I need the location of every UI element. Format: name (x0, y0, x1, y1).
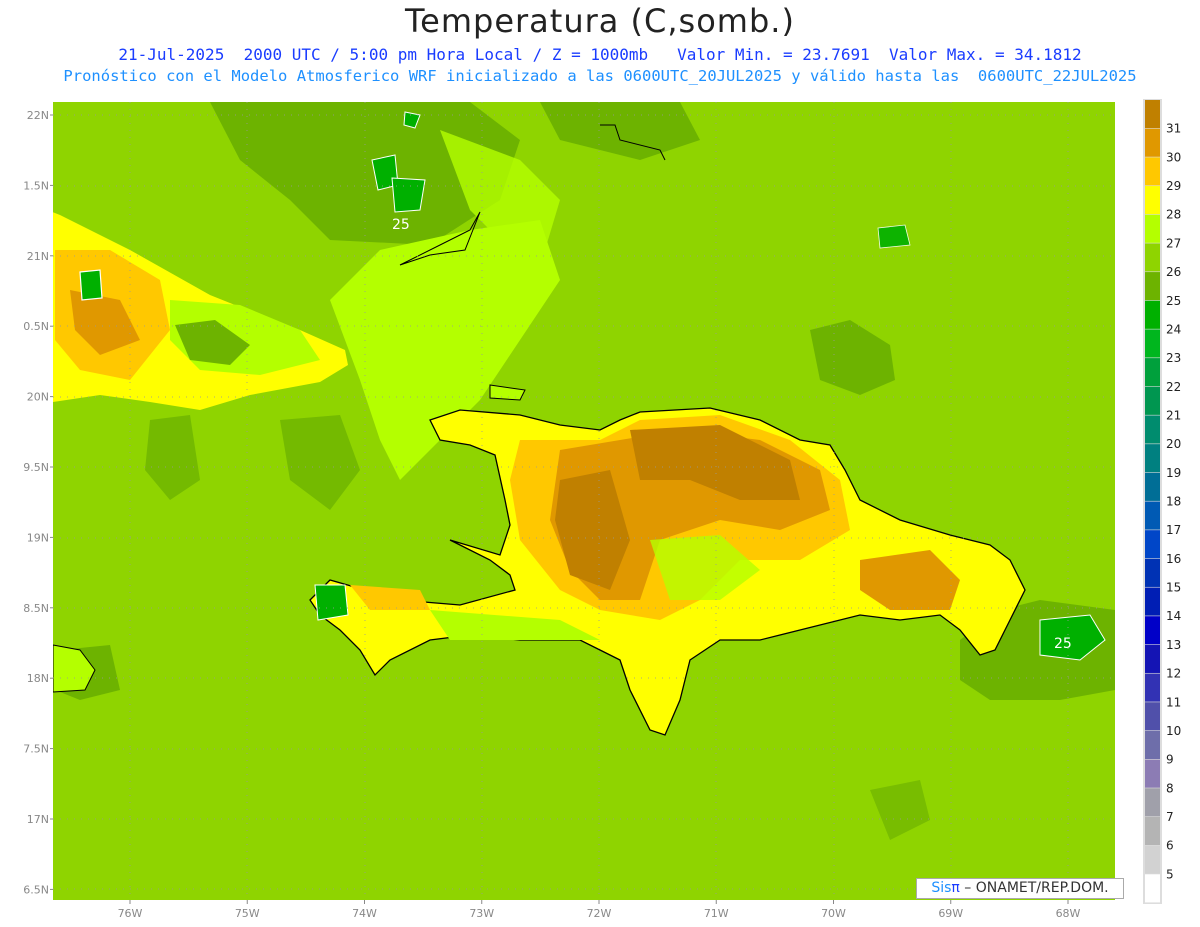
colorbar-swatch (1145, 157, 1160, 186)
lat-tick-label: 9.5N (23, 461, 49, 474)
lat-tick-label: 20N (27, 391, 49, 404)
lon-tick-label: 76W (118, 907, 143, 920)
colorbar-swatch (1145, 702, 1160, 731)
lat-tick-label: 6.5N (23, 883, 49, 896)
lon-axis: 76W 75W 74W 73W 72W 71W 70W 69W 68W (118, 900, 1081, 920)
colorbar-swatch (1145, 587, 1160, 616)
lat-tick-label: 0.5N (23, 320, 49, 333)
colorbar-label: 30 (1166, 150, 1181, 164)
temperature-field: 25 25 (53, 102, 1115, 900)
colorbar-swatch (1145, 558, 1160, 587)
colorbar-label: 28 (1166, 208, 1181, 222)
colorbar-label: 29 (1166, 179, 1181, 193)
colorbar-label: 9 (1166, 753, 1174, 767)
colorbar-swatch (1145, 329, 1160, 358)
lat-tick-label: 19N (27, 531, 49, 544)
colorbar-swatch (1145, 616, 1160, 645)
colorbar-swatch (1145, 530, 1160, 559)
colorbar-label: 6 (1166, 839, 1174, 853)
lon-tick-label: 72W (587, 907, 612, 920)
lon-tick-label: 70W (821, 907, 846, 920)
colorbar-label: 15 (1166, 581, 1181, 595)
lat-tick-label: 8.5N (23, 602, 49, 615)
colorbar-swatch (1145, 100, 1160, 129)
lat-tick-label: 7.5N (23, 743, 49, 756)
colorbar-label: 12 (1166, 667, 1181, 681)
colorbar-swatch (1145, 300, 1160, 329)
colorbar-swatch (1145, 759, 1160, 788)
colorbar-label: 19 (1166, 466, 1181, 480)
colorbar-label: 13 (1166, 638, 1181, 652)
map-figure: 25 25 22N 1.5N 21N 0.5N 20N 9.5N 19N 8.5N 18N 7.5… (23, 99, 1181, 920)
lat-tick-label: 1.5N (23, 179, 49, 192)
lat-tick-label: 17N (27, 813, 49, 826)
colorbar-swatch (1145, 358, 1160, 387)
colorbar-swatch (1145, 214, 1160, 243)
colorbar-swatch (1145, 272, 1160, 301)
lon-tick-label: 73W (469, 907, 494, 920)
colorbar-label: 24 (1166, 322, 1181, 336)
colorbar-swatch (1145, 673, 1160, 702)
colorbar-swatch (1145, 186, 1160, 215)
colorbar-swatch (1145, 874, 1160, 903)
colorbar-label: 27 (1166, 236, 1181, 250)
colorbar-swatch (1145, 845, 1160, 874)
lon-tick-label: 69W (938, 907, 963, 920)
credit-text: – ONAMET/REP.DOM. (959, 880, 1109, 896)
colorbar-label: 10 (1166, 724, 1181, 738)
colorbar-label: 31 (1166, 122, 1181, 136)
colorbar-label: 16 (1166, 552, 1181, 566)
colorbar-swatch (1145, 730, 1160, 760)
colorbar-label: 7 (1166, 810, 1174, 824)
lat-tick-label: 22N (27, 109, 49, 122)
colorbar-label: 26 (1166, 265, 1181, 279)
colorbar-label: 20 (1166, 437, 1181, 451)
colorbar-label: 14 (1166, 609, 1181, 623)
lat-tick-label: 21N (27, 250, 49, 263)
colorbar-swatch (1145, 788, 1160, 817)
colorbar-label: 22 (1166, 380, 1181, 394)
colorbar-label: 17 (1166, 523, 1181, 537)
colorbar-label: 11 (1166, 695, 1181, 709)
logo-sis: Sis (931, 880, 952, 896)
colorbar-swatch (1145, 243, 1160, 272)
logo-pi: π (951, 880, 960, 896)
colorbar-swatch (1145, 501, 1160, 530)
lon-tick-label: 71W (704, 907, 729, 920)
colorbar-label: 5 (1166, 867, 1174, 881)
colorbar-label: 23 (1166, 351, 1181, 365)
credit-box: Sisπ – ONAMET/REP.DOM. (916, 878, 1124, 899)
lon-tick-label: 74W (352, 907, 377, 920)
lon-tick-label: 75W (235, 907, 260, 920)
colorbar-swatch (1145, 386, 1160, 415)
colorbar-swatch (1145, 472, 1160, 501)
colorbar-label: 25 (1166, 294, 1181, 308)
contour-label: 25 (392, 217, 410, 233)
colorbar-label: 21 (1166, 408, 1181, 422)
colorbar: 31 30 29 28 27 26 25 24 23 22 21 20 19 18 17 16 15 14 13 12… (1143, 99, 1181, 904)
colorbar-label: 8 (1166, 781, 1174, 795)
lon-tick-label: 68W (1056, 907, 1081, 920)
colorbar-swatch (1145, 128, 1160, 157)
colorbar-swatch (1145, 816, 1160, 846)
colorbar-swatch (1145, 415, 1160, 444)
lat-tick-label: 18N (27, 672, 49, 685)
lat-axis: 22N 1.5N 21N 0.5N 20N 9.5N 19N 8.5N 18N 7.5N 17N 6.… (23, 109, 53, 896)
colorbar-swatch (1145, 644, 1160, 673)
colorbar-label: 18 (1166, 495, 1181, 509)
colorbar-swatch (1145, 444, 1160, 473)
contour-label: 25 (1054, 636, 1072, 652)
